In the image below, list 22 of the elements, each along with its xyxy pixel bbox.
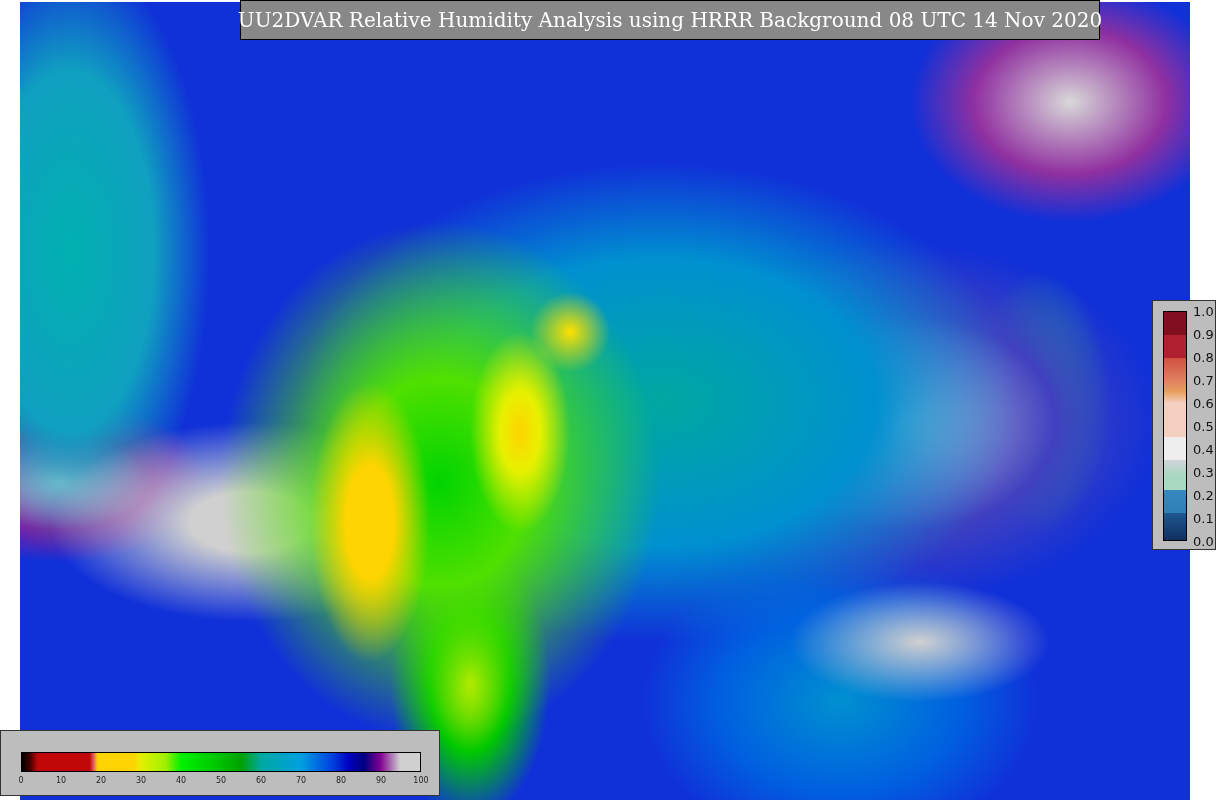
tick-label: 0.9	[1193, 326, 1214, 342]
tick-label: 30	[135, 776, 147, 785]
tick-label: 0.4	[1193, 441, 1214, 457]
tick-label: 40	[175, 776, 187, 785]
tick-label: 60	[255, 776, 267, 785]
tick-label: 0	[18, 776, 24, 785]
tick-label: 80	[335, 776, 347, 785]
tick-label: 0.1	[1193, 510, 1214, 526]
tick-label: 100	[413, 776, 429, 785]
tick-label: 0.8	[1193, 349, 1214, 365]
tick-label: 1.0	[1193, 303, 1214, 319]
tick-label: 20	[95, 776, 107, 785]
tick-label: 50	[215, 776, 227, 785]
tick-label: 0.7	[1193, 372, 1214, 388]
tick-label: 0.0	[1193, 533, 1214, 549]
tick-label: 0.3	[1193, 464, 1214, 480]
tick-label: 0.6	[1193, 395, 1214, 411]
tick-label: 90	[375, 776, 387, 785]
tick-label: 70	[295, 776, 307, 785]
tick-label: 0.5	[1193, 418, 1214, 434]
tick-label: 0.2	[1193, 487, 1214, 503]
tick-label: 10	[55, 776, 67, 785]
